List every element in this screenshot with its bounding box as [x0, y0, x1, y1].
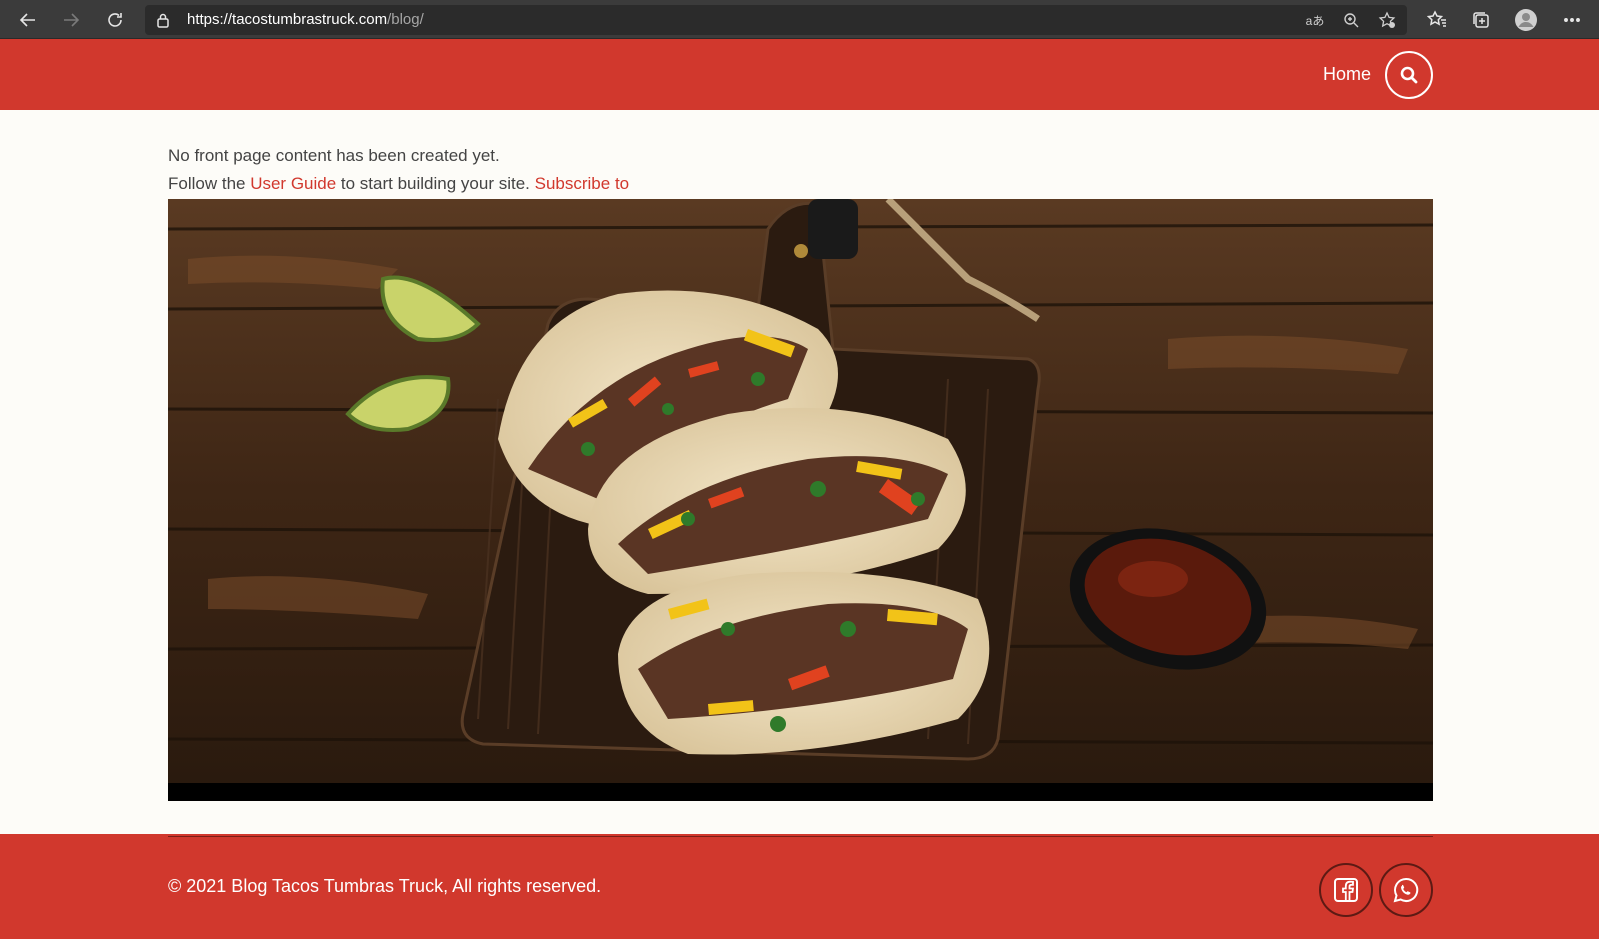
lock-icon [157, 13, 169, 28]
collections-icon[interactable] [1469, 8, 1493, 32]
facebook-icon [1334, 878, 1358, 902]
forward-button[interactable] [58, 7, 84, 33]
back-button[interactable] [15, 7, 41, 33]
refresh-button[interactable] [102, 7, 128, 33]
empty-frontpage-message: No front page content has been created y… [168, 146, 500, 165]
user-guide-message: Follow the User Guide to start building … [168, 174, 629, 194]
forward-icon [64, 13, 80, 27]
facebook-button[interactable] [1319, 863, 1373, 917]
site-header: Home [0, 39, 1599, 110]
nav-home-link[interactable]: Home [1323, 64, 1371, 85]
whatsapp-button[interactable] [1379, 863, 1433, 917]
refresh-icon [108, 13, 122, 27]
back-icon [19, 13, 35, 27]
footer-divider [168, 836, 1433, 837]
profile-icon[interactable] [1514, 8, 1538, 32]
add-favorite-icon[interactable] [1377, 11, 1397, 29]
favorites-icon[interactable] [1425, 8, 1449, 32]
search-icon [1400, 66, 1418, 84]
address-bar[interactable]: https://tacostumbrastruck.com/blog/ aあ [145, 5, 1407, 35]
message-text: Follow the [168, 174, 251, 193]
site-footer: © 2021 Blog Tacos Tumbras Truck, All rig… [0, 834, 1599, 939]
message-text: to start building your site. [336, 174, 535, 193]
whatsapp-icon [1393, 877, 1419, 903]
user-guide-link[interactable]: User Guide [250, 174, 336, 193]
copyright-text: © 2021 Blog Tacos Tumbras Truck, All rig… [168, 876, 602, 896]
more-icon[interactable] [1560, 8, 1584, 32]
browser-toolbar: https://tacostumbrastruck.com/blog/ aあ [0, 0, 1599, 39]
zoom-icon[interactable] [1341, 11, 1361, 29]
subscribe-link[interactable]: Subscribe to [535, 174, 630, 193]
search-button[interactable] [1385, 51, 1433, 99]
hero-image [168, 199, 1433, 801]
url-text: https://tacostumbrastruck.com/blog/ [187, 11, 424, 28]
read-aloud-icon[interactable]: aあ [1305, 11, 1325, 29]
